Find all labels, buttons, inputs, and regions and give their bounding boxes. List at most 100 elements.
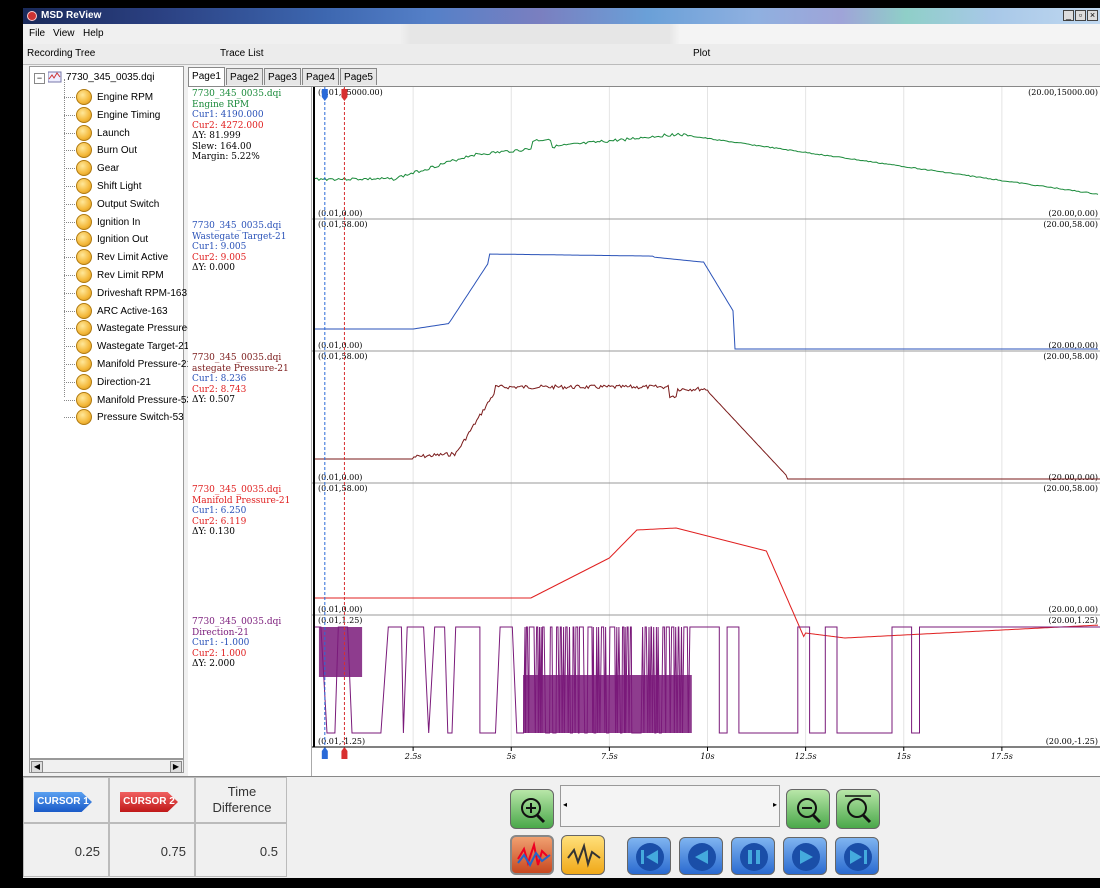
cursor1-header-cell: CURSOR 1 xyxy=(23,777,109,823)
tree-item[interactable]: Wastegate Pressure-2 xyxy=(30,320,196,338)
tree-item-label: Manifold Pressure-21 xyxy=(97,359,193,370)
skip-start-icon xyxy=(636,843,664,871)
plot-canvas[interactable]: 2.5s 5s 7.5s 10s 12.5s 15s 17.5s(0.01,15000.00… xyxy=(312,87,1100,777)
tree-item[interactable]: Pressure Switch-53 xyxy=(30,409,185,427)
range-label-bottom-right: (20.00,0.00) xyxy=(1049,209,1099,218)
channel-icon xyxy=(76,213,92,230)
manifold-pressure-series xyxy=(315,527,1099,639)
trace-cur2: Cur2: 8.743 xyxy=(192,384,247,395)
timeline-right-arrow-icon[interactable]: ▸ xyxy=(773,800,777,809)
time-difference-value: 0.5 xyxy=(259,844,278,859)
direction-dense-block xyxy=(523,675,692,733)
time-difference-label: Time Difference xyxy=(212,784,272,815)
plot-area: 7730_345_0035.dqi Engine RPM Cur1: 4190.00… xyxy=(188,86,1100,777)
tree-item[interactable]: Wastegate Target-21 xyxy=(30,338,189,356)
channel-icon xyxy=(76,373,92,390)
tree-item[interactable]: Burn Out xyxy=(30,142,185,160)
tree-item[interactable]: Manifold Pressure-21 xyxy=(30,356,192,374)
trace-dy: ΔY: 0.000 xyxy=(192,263,235,273)
menu-file[interactable]: File xyxy=(29,28,45,39)
zoom-in-button[interactable] xyxy=(510,789,554,829)
tree-root-label[interactable]: 7730_345_0035.dqi xyxy=(66,72,154,83)
timeline-scrollbar[interactable]: ◂ ▸ xyxy=(560,785,780,827)
tree-item[interactable]: Ignition In xyxy=(30,213,185,232)
tree-item-label: Engine RPM xyxy=(97,92,154,103)
zoom-out-button[interactable] xyxy=(786,789,830,829)
cursor2-top-marker xyxy=(341,89,348,101)
tree-item[interactable]: ARC Active-163 xyxy=(30,302,185,321)
trace-cur1: Cur1: 9.005 xyxy=(192,242,247,252)
tab-page2[interactable]: Page2 xyxy=(226,68,263,85)
trace-dy: ΔY: 2.000 xyxy=(192,659,235,669)
tab-page1[interactable]: Page1 xyxy=(188,67,225,86)
skip-to-start-button[interactable] xyxy=(627,837,671,875)
recording-tree[interactable]: − 7730_345_0035.dqi Engine RPM Engine Tim… xyxy=(29,66,196,759)
step-forward-button[interactable] xyxy=(783,837,827,875)
menu-view[interactable]: View xyxy=(53,28,75,39)
menu-help[interactable]: Help xyxy=(83,28,104,39)
tree-item-label: Output Switch xyxy=(97,198,160,210)
timeline-left-arrow-icon[interactable]: ◂ xyxy=(563,800,567,809)
trace-cur1: Cur1: 8.236 xyxy=(192,374,247,384)
x-tick-label: 7.5s xyxy=(601,752,618,761)
range-label-top-left: (0.01,58.00) xyxy=(318,352,368,361)
cursor-panel: CURSOR 1 CURSOR 2 Time Difference 0.25 0… xyxy=(23,776,1100,878)
collapse-toggle[interactable]: − xyxy=(34,73,45,84)
tree-item[interactable]: Direction-21 xyxy=(30,373,185,392)
tree-item[interactable]: Launch xyxy=(30,124,185,143)
multi-trace-view-button[interactable] xyxy=(510,835,554,875)
restore-button[interactable]: ▫ xyxy=(1075,10,1086,21)
menu-bar: File View Help xyxy=(23,24,1100,44)
tab-page4[interactable]: Page4 xyxy=(302,68,339,85)
zoom-fit-button[interactable] xyxy=(836,789,880,829)
trace-file: 7730_345_0035.dqi xyxy=(192,89,282,99)
tree-item[interactable]: Engine Timing xyxy=(30,106,185,125)
tree-item[interactable]: Manifold Pressure-53 xyxy=(30,391,192,410)
tree-item[interactable]: Driveshaft RPM-163 xyxy=(30,284,187,303)
x-tick-label: 10s xyxy=(700,752,714,761)
step-forward-icon xyxy=(792,843,820,871)
tab-page3[interactable]: Page3 xyxy=(264,68,301,85)
trace-name: Wastegate Target-21 xyxy=(192,231,287,242)
tree-item-label: Shift Light xyxy=(97,181,142,192)
step-back-button[interactable] xyxy=(679,837,723,875)
tree-item[interactable]: Gear xyxy=(30,160,185,178)
recording-file-icon xyxy=(47,71,62,83)
trace-file: 7730_345_0035.dqi xyxy=(192,485,282,495)
tree-horizontal-scrollbar[interactable]: ◀ ▶ xyxy=(29,759,184,773)
tree-item-label: Ignition Out xyxy=(97,234,149,246)
pause-button[interactable] xyxy=(731,837,775,875)
x-tick-label: 17.5s xyxy=(991,752,1013,761)
trace-cur1: Cur1: 6.250 xyxy=(192,506,247,516)
tree-item[interactable]: Rev Limit RPM xyxy=(30,267,185,285)
tree-item-label: Ignition In xyxy=(97,216,141,228)
tree-item-label: Gear xyxy=(97,163,120,175)
tree-item[interactable]: Rev Limit Active xyxy=(30,249,185,267)
trace-dy: ΔY: 0.130 xyxy=(192,527,235,537)
tree-item-label: Rev Limit RPM xyxy=(97,270,164,281)
scroll-left-arrow-icon[interactable]: ◀ xyxy=(31,761,43,773)
skip-end-icon xyxy=(844,843,872,871)
trace-cur1: Cur1: -1.000 xyxy=(192,638,250,648)
tab-page5[interactable]: Page5 xyxy=(340,68,377,85)
close-button[interactable]: × xyxy=(1087,10,1098,21)
tree-item[interactable]: Engine RPM xyxy=(30,89,185,107)
minimize-button[interactable]: _ xyxy=(1063,10,1074,21)
trace-name: Manifold Pressure-21 xyxy=(192,495,291,506)
range-label-top-right: (20.00,15000.00) xyxy=(1028,88,1098,97)
trace-cur2: Cur2: 4272.000 xyxy=(192,120,264,131)
cursor1-label: CURSOR 1 xyxy=(34,792,92,812)
cursor2-header-cell: CURSOR 2 xyxy=(109,777,195,823)
tree-item[interactable]: Shift Light xyxy=(30,178,185,196)
channel-icon xyxy=(76,89,92,105)
time-difference-header-cell: Time Difference xyxy=(195,777,287,823)
tree-item[interactable]: Ignition Out xyxy=(30,231,185,249)
tree-item[interactable]: Output Switch xyxy=(30,195,185,214)
skip-to-end-button[interactable] xyxy=(835,837,879,875)
scroll-right-arrow-icon[interactable]: ▶ xyxy=(170,761,182,773)
single-trace-view-button[interactable] xyxy=(561,835,605,875)
trace-cur2: Cur2: 6.119 xyxy=(192,516,247,527)
range-label-top-right: (20.00,58.00) xyxy=(1043,220,1098,229)
trace-name: Direction-21 xyxy=(192,627,249,638)
range-label-top-right: (20.00,58.00) xyxy=(1043,484,1098,493)
